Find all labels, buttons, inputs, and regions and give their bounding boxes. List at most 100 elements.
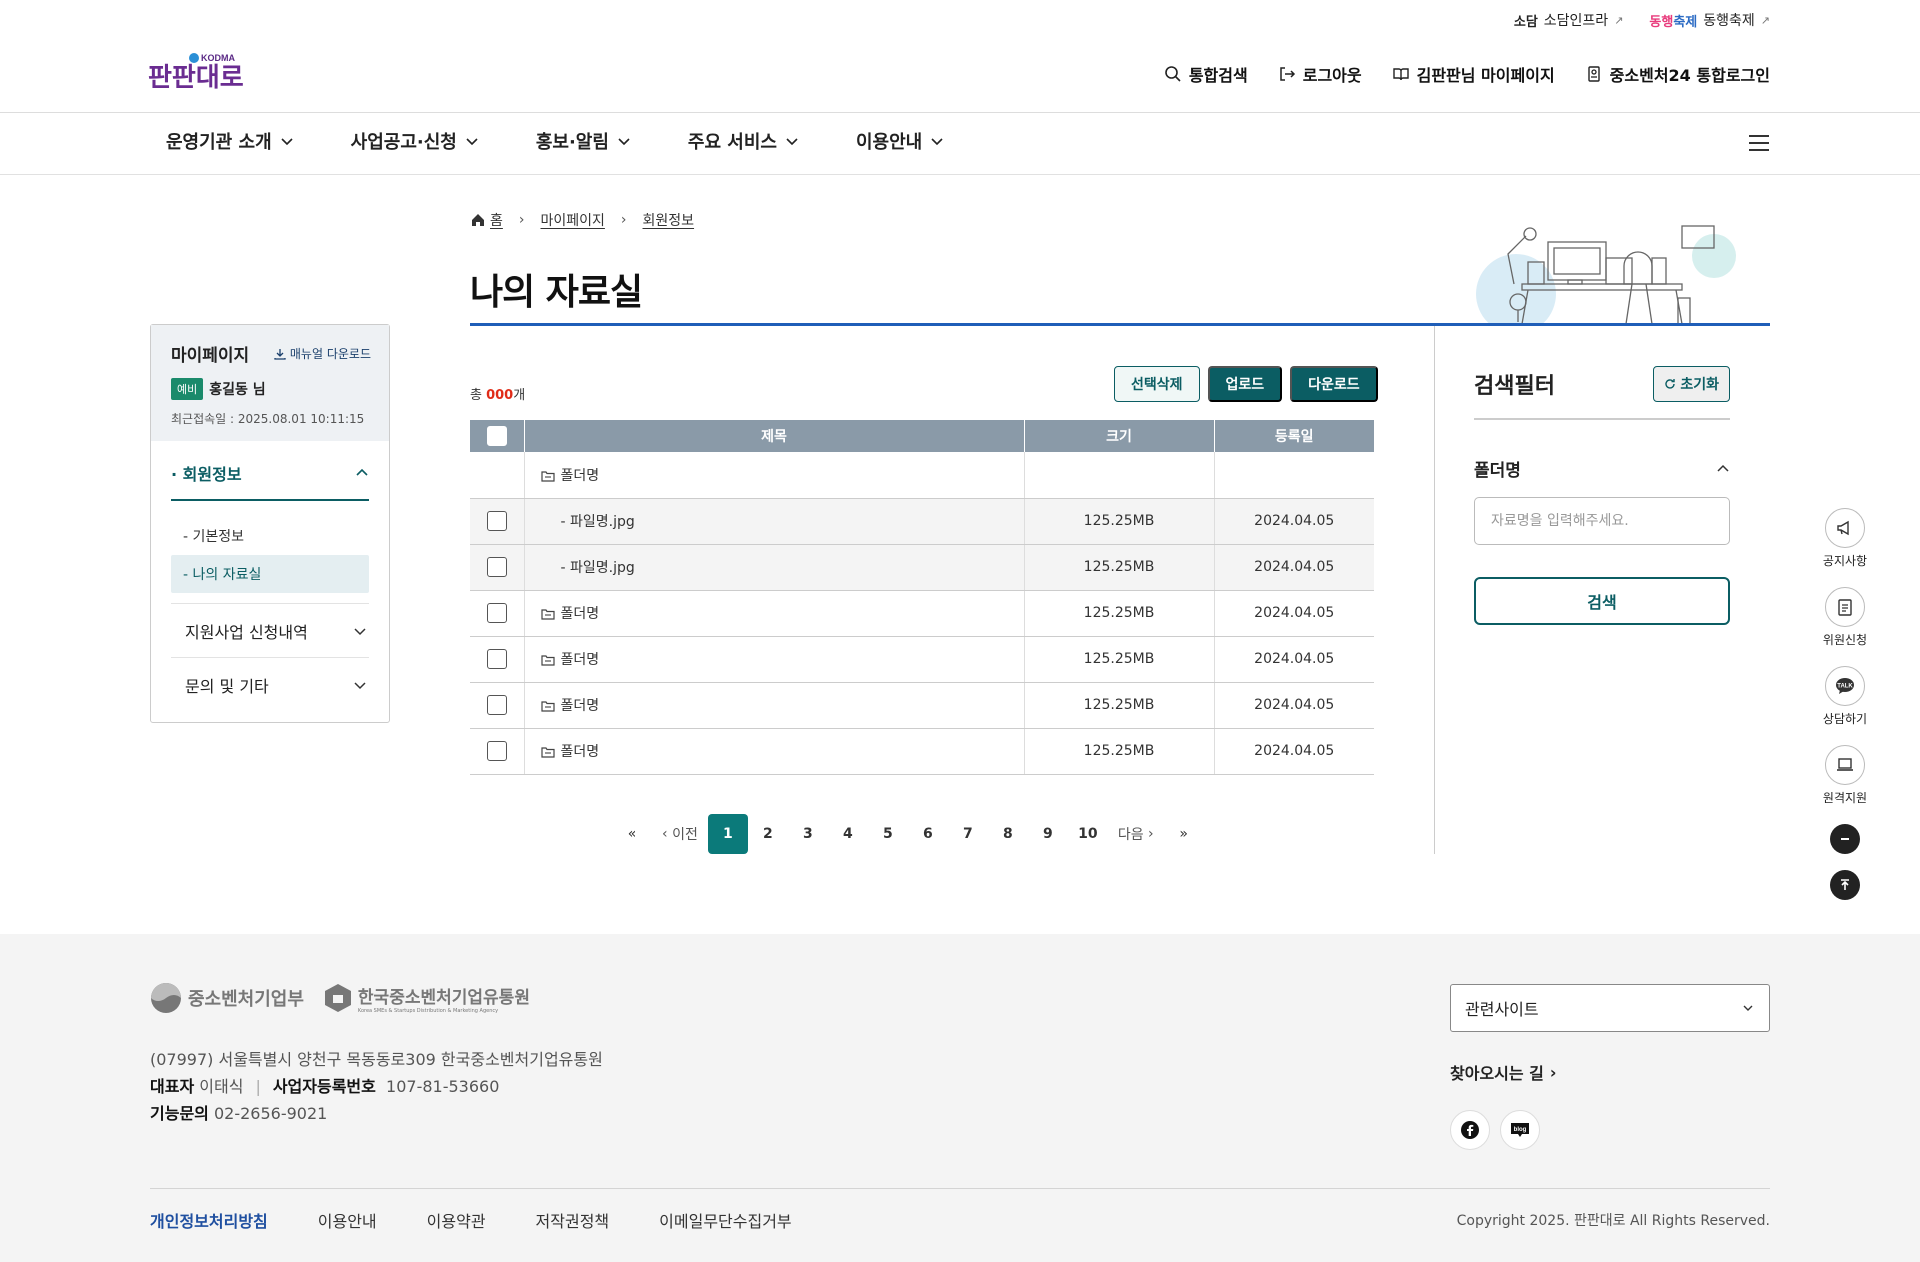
folder-name-field-header[interactable]: 폴더명 — [1474, 456, 1730, 481]
footer-links: 개인정보처리방침 이용안내 이용약관 저작권정책 이메일무단수집거부 — [150, 1208, 792, 1232]
manual-download-link[interactable]: 매뉴얼 다운로드 — [274, 345, 371, 362]
first-page-button[interactable]: « — [612, 814, 652, 854]
table-row[interactable]: 폴더명 125.25MB 2024.04.05 — [470, 682, 1374, 729]
quick-remote[interactable]: 원격지원 — [1823, 745, 1867, 806]
download-button[interactable]: 다운로드 — [1290, 366, 1378, 402]
table-row[interactable]: 폴더명 125.25MB 2024.04.05 — [470, 636, 1374, 683]
hamburger-menu-icon[interactable] — [1748, 134, 1770, 152]
copyright: Copyright 2025. 판판대로 All Rights Reserved… — [1456, 1213, 1770, 1229]
next-page-button[interactable]: 다음 › — [1108, 814, 1164, 854]
blog-button[interactable]: blog — [1500, 1110, 1540, 1150]
table-row[interactable]: 폴더명 — [470, 452, 1374, 499]
table-row[interactable]: 폴더명 125.25MB 2024.04.05 — [470, 728, 1374, 775]
search-label: 통합검색 — [1188, 66, 1248, 85]
menu-about[interactable]: 운영기관 소개 — [166, 128, 294, 154]
search-button[interactable]: 검색 — [1474, 577, 1730, 625]
page-button-10[interactable]: 10 — [1068, 814, 1108, 854]
mypage-label: 김판판님 마이페이지 — [1416, 66, 1555, 85]
select-all-checkbox[interactable] — [486, 426, 507, 446]
size-cell — [1024, 452, 1215, 499]
column-title[interactable]: 제목 — [524, 420, 1025, 452]
collapse-button[interactable] — [1830, 824, 1860, 854]
facebook-button[interactable] — [1450, 1110, 1490, 1150]
prev-page-button[interactable]: ‹ 이전 — [652, 814, 708, 854]
chevron-down-icon — [466, 138, 478, 146]
sidebar-submenu: - 기본정보 - 나의 자료실 — [171, 517, 369, 593]
row-checkbox[interactable] — [486, 511, 507, 531]
main-menu: 운영기관 소개 사업공고·신청 홍보·알림 주요 서비스 이용안내 — [166, 128, 1001, 154]
menu-business[interactable]: 사업공고·신청 — [351, 128, 479, 154]
row-checkbox[interactable] — [486, 741, 507, 761]
manual-download-label: 매뉴얼 다운로드 — [289, 347, 371, 361]
breadcrumb-member[interactable]: 회원정보 — [643, 210, 695, 230]
logout-link[interactable]: 로그아웃 — [1278, 62, 1362, 86]
upload-button[interactable]: 업로드 — [1207, 366, 1283, 402]
row-name: 폴더명 — [560, 744, 600, 760]
sidebar-item-inquiry[interactable]: 문의 및 기타 — [171, 658, 369, 712]
page-button-8[interactable]: 8 — [988, 814, 1028, 854]
search-link[interactable]: 통합검색 — [1164, 62, 1248, 86]
email-refusal-link[interactable]: 이메일무단수집거부 — [659, 1208, 791, 1232]
page-button-6[interactable]: 6 — [908, 814, 948, 854]
last-page-button[interactable]: » — [1164, 814, 1204, 854]
column-size[interactable]: 크기 — [1024, 420, 1215, 452]
page-button-2[interactable]: 2 — [748, 814, 788, 854]
delete-selected-button[interactable]: 선택삭제 — [1114, 366, 1200, 402]
footer-divider — [150, 1188, 1770, 1189]
folder-name-input[interactable] — [1474, 497, 1730, 545]
row-checkbox[interactable] — [486, 649, 507, 669]
site-logo[interactable]: KODMA 판판대로 — [148, 50, 266, 93]
page-button-1[interactable]: 1 — [707, 814, 748, 854]
page-button-4[interactable]: 4 — [828, 814, 868, 854]
office-desk-illustration — [1476, 225, 1736, 324]
column-date[interactable]: 등록일 — [1214, 420, 1374, 452]
page-button-5[interactable]: 5 — [868, 814, 908, 854]
usage-guide-link[interactable]: 이용안내 — [318, 1208, 377, 1232]
breadcrumb-home[interactable]: 홈 — [490, 210, 503, 230]
filter-divider — [1434, 326, 1435, 854]
utility-links: 소담 소담인프라 ↗ 동행축제 동행축제 ↗ — [1514, 10, 1770, 30]
sidebar-item-my-library[interactable]: - 나의 자료실 — [171, 555, 369, 593]
row-checkbox[interactable] — [486, 603, 507, 623]
related-sites-select[interactable]: 관련사이트 — [1450, 984, 1770, 1032]
quick-notice[interactable]: 공지사항 — [1823, 508, 1867, 569]
svg-text:TALK: TALK — [1837, 684, 1853, 690]
laptop-icon — [1824, 745, 1865, 785]
integrated-login-link[interactable]: 중소벤처24 통합로그인 — [1585, 62, 1770, 86]
festival-link[interactable]: 동행축제 동행축제 ↗ — [1649, 10, 1770, 30]
copyright-policy-link[interactable]: 저작권정책 — [536, 1208, 610, 1232]
menu-news[interactable]: 홍보·알림 — [536, 128, 631, 154]
sidebar-item-applications[interactable]: 지원사업 신청내역 — [171, 604, 369, 658]
page-button-9[interactable]: 9 — [1028, 814, 1068, 854]
page-button-7[interactable]: 7 — [948, 814, 988, 854]
directions-link[interactable]: 찾아오시는 길 › — [1450, 1060, 1556, 1084]
facebook-icon — [1461, 1121, 1479, 1139]
sodam-link[interactable]: 소담 소담인프라 ↗ — [1514, 10, 1624, 30]
total-prefix: 총 — [470, 388, 487, 403]
row-name: 폴더명 — [560, 698, 600, 714]
mypage-link[interactable]: 김판판님 마이페이지 — [1392, 62, 1555, 86]
sidebar-section-member[interactable]: · 회원정보 — [171, 441, 369, 501]
menu-guide[interactable]: 이용안내 — [856, 128, 944, 154]
sidebar-item-basic-info[interactable]: - 기본정보 — [171, 517, 369, 555]
terms-link[interactable]: 이용약관 — [427, 1208, 486, 1232]
breadcrumb-mypage[interactable]: 마이페이지 — [541, 210, 605, 230]
table-row[interactable]: 폴더명 125.25MB 2024.04.05 — [470, 590, 1374, 637]
mss-logo: 중소벤처기업부 — [150, 982, 304, 1014]
row-name: 폴더명 — [560, 467, 600, 484]
menu-services[interactable]: 주요 서비스 — [688, 128, 799, 154]
row-checkbox[interactable] — [486, 557, 507, 577]
table-row[interactable]: - 파일명.jpg 125.25MB 2024.04.05 — [470, 498, 1374, 545]
table-row[interactable]: - 파일명.jpg 125.25MB 2024.04.05 — [470, 544, 1374, 591]
rep-name: 이태식 — [199, 1077, 244, 1096]
privacy-policy-link[interactable]: 개인정보처리방침 — [150, 1208, 268, 1232]
row-checkbox[interactable] — [486, 695, 507, 715]
folder-name-label: 폴더명 — [1474, 461, 1521, 481]
quick-committee[interactable]: 위원신청 — [1823, 587, 1867, 648]
scroll-top-button[interactable] — [1830, 870, 1860, 900]
reset-button[interactable]: 초기화 — [1653, 366, 1730, 402]
logout-icon — [1279, 67, 1295, 81]
sidebar-item-label: 지원사업 신청내역 — [185, 622, 308, 642]
page-button-3[interactable]: 3 — [788, 814, 828, 854]
quick-consult[interactable]: TALK 상담하기 — [1823, 666, 1867, 727]
